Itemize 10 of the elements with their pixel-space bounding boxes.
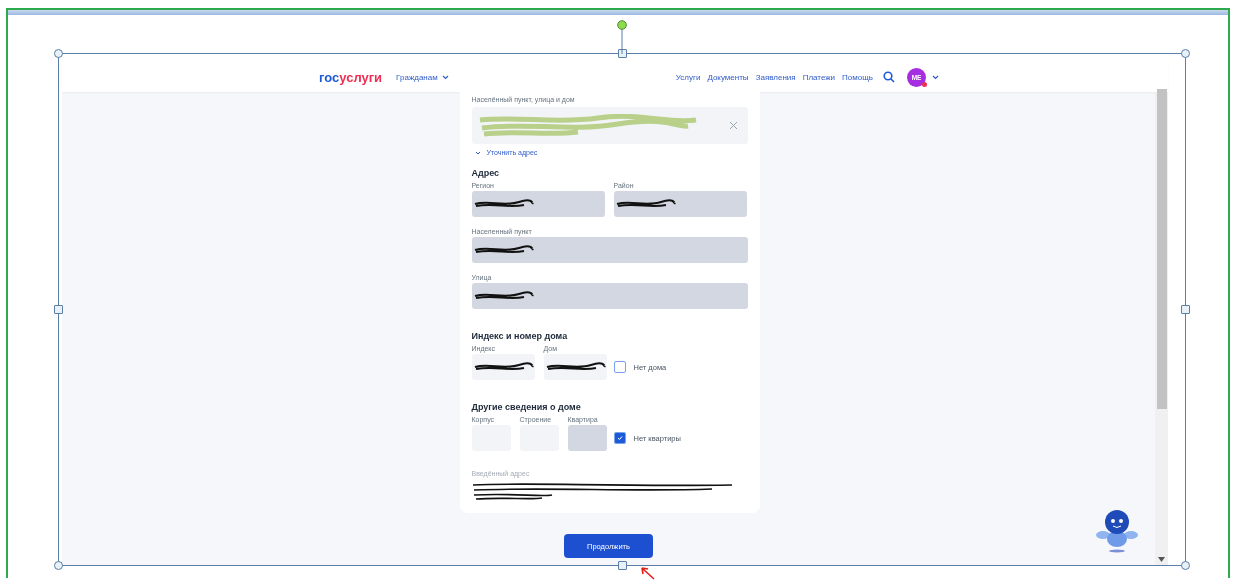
- menu-link[interactable]: Гражданам: [396, 72, 438, 82]
- nav-link[interactable]: Платежи: [802, 72, 836, 82]
- nav-link[interactable]: Документы: [707, 72, 749, 82]
- nav-link[interactable]: Заявления: [755, 72, 796, 82]
- section-heading: Индекс и номер дома: [471, 331, 569, 342]
- site-logo[interactable]: госуслуги: [319, 69, 383, 85]
- section-heading: Адрес: [471, 168, 501, 179]
- nav-link[interactable]: Услуги: [675, 72, 701, 82]
- section-heading: Другие сведения о доме: [471, 402, 582, 413]
- nav-link[interactable]: Помощь: [842, 72, 873, 82]
